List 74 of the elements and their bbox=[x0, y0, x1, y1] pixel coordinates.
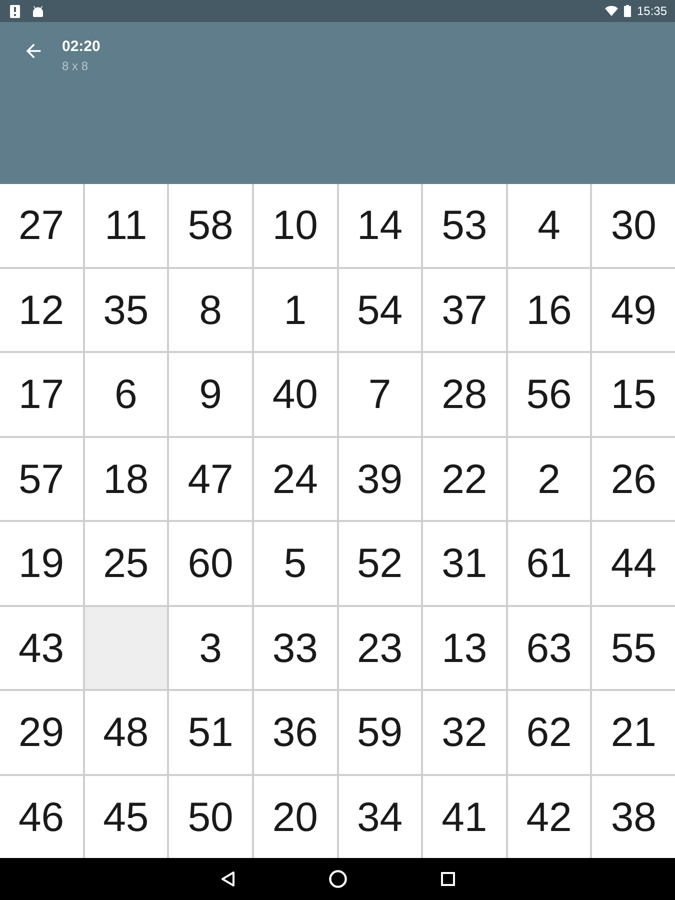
back-arrow-icon[interactable] bbox=[24, 42, 42, 60]
number-tile[interactable]: 2 bbox=[508, 438, 590, 520]
number-tile[interactable]: 10 bbox=[254, 184, 336, 266]
number-tile[interactable]: 33 bbox=[254, 606, 336, 689]
number-tile[interactable]: 42 bbox=[508, 776, 590, 858]
number-tile[interactable]: 17 bbox=[0, 353, 83, 436]
number-tile[interactable]: 21 bbox=[592, 691, 675, 774]
number-tile[interactable]: 9 bbox=[169, 353, 252, 436]
number-tile[interactable]: 8 bbox=[169, 268, 252, 351]
wifi-icon bbox=[604, 6, 618, 16]
number-tile[interactable]: 47 bbox=[169, 438, 252, 520]
number-tile[interactable]: 55 bbox=[592, 606, 675, 689]
number-tile[interactable]: 40 bbox=[254, 353, 336, 436]
number-tile[interactable]: 1 bbox=[254, 268, 336, 351]
number-tile[interactable]: 35 bbox=[84, 268, 168, 351]
number-tile[interactable]: 3 bbox=[169, 606, 252, 689]
number-tile[interactable]: 37 bbox=[423, 268, 506, 351]
number-tile[interactable]: 26 bbox=[592, 438, 675, 520]
number-tile[interactable]: 23 bbox=[338, 606, 422, 689]
robot-icon bbox=[32, 5, 44, 17]
number-tile[interactable]: 62 bbox=[508, 691, 590, 774]
home-icon[interactable] bbox=[328, 870, 346, 888]
number-tile[interactable]: 43 bbox=[0, 606, 83, 689]
number-tile[interactable]: 32 bbox=[423, 691, 506, 774]
number-tile[interactable]: 60 bbox=[169, 522, 252, 604]
number-tile[interactable]: 24 bbox=[254, 438, 336, 520]
timer-title: 02:20 bbox=[62, 38, 100, 56]
number-tile[interactable]: 20 bbox=[254, 776, 336, 858]
number-tile[interactable]: 39 bbox=[338, 438, 422, 520]
number-tile[interactable]: 52 bbox=[338, 522, 422, 604]
number-tile[interactable]: 53 bbox=[423, 184, 506, 266]
number-tile[interactable]: 15 bbox=[592, 353, 675, 436]
number-tile[interactable]: 38 bbox=[592, 776, 675, 858]
number-tile[interactable]: 28 bbox=[423, 353, 506, 436]
number-tile[interactable]: 49 bbox=[592, 268, 675, 351]
number-tile[interactable]: 58 bbox=[169, 184, 252, 266]
number-tile[interactable]: 34 bbox=[338, 776, 422, 858]
number-tile[interactable]: 61 bbox=[508, 522, 590, 604]
number-tile[interactable]: 54 bbox=[338, 268, 422, 351]
number-tile[interactable]: 18 bbox=[84, 438, 168, 520]
number-tile[interactable]: 5 bbox=[254, 522, 336, 604]
back-icon[interactable] bbox=[220, 871, 234, 887]
number-tile[interactable]: 25 bbox=[84, 522, 168, 604]
number-tile[interactable]: 12 bbox=[0, 268, 83, 351]
number-tile[interactable]: 6 bbox=[84, 353, 168, 436]
number-tile[interactable]: 57 bbox=[0, 438, 83, 520]
number-tile[interactable]: 36 bbox=[254, 691, 336, 774]
number-tile[interactable]: 4 bbox=[508, 184, 590, 266]
number-tile[interactable]: 48 bbox=[84, 691, 168, 774]
number-tile[interactable]: 22 bbox=[423, 438, 506, 520]
number-tile[interactable]: 46 bbox=[0, 776, 83, 858]
number-tile[interactable]: 59 bbox=[338, 691, 422, 774]
number-tile[interactable]: 45 bbox=[84, 776, 168, 858]
number-tile[interactable]: 11 bbox=[84, 184, 168, 266]
card-alert-icon bbox=[10, 4, 20, 18]
number-tile[interactable]: 16 bbox=[508, 268, 590, 351]
number-tile[interactable]: 50 bbox=[169, 776, 252, 858]
number-tile[interactable]: 13 bbox=[423, 606, 506, 689]
number-tile[interactable]: 19 bbox=[0, 522, 83, 604]
board-size-subtitle: 8 x 8 bbox=[62, 59, 90, 73]
clock-time: 15:35 bbox=[636, 4, 667, 18]
number-tile[interactable]: 51 bbox=[169, 691, 252, 774]
number-tile[interactable]: 30 bbox=[592, 184, 675, 266]
number-tile[interactable]: 44 bbox=[592, 522, 675, 604]
number-tile[interactable]: 56 bbox=[508, 353, 590, 436]
number-tile[interactable]: 63 bbox=[508, 606, 590, 689]
number-tile[interactable]: 7 bbox=[338, 353, 422, 436]
number-tile[interactable]: 41 bbox=[423, 776, 506, 858]
recents-icon[interactable] bbox=[440, 872, 454, 886]
battery-icon bbox=[624, 5, 631, 17]
number-tile[interactable]: 14 bbox=[338, 184, 422, 266]
number-tile[interactable]: 31 bbox=[423, 522, 506, 604]
number-tile[interactable]: 27 bbox=[0, 184, 83, 266]
number-tile[interactable]: 29 bbox=[0, 691, 83, 774]
